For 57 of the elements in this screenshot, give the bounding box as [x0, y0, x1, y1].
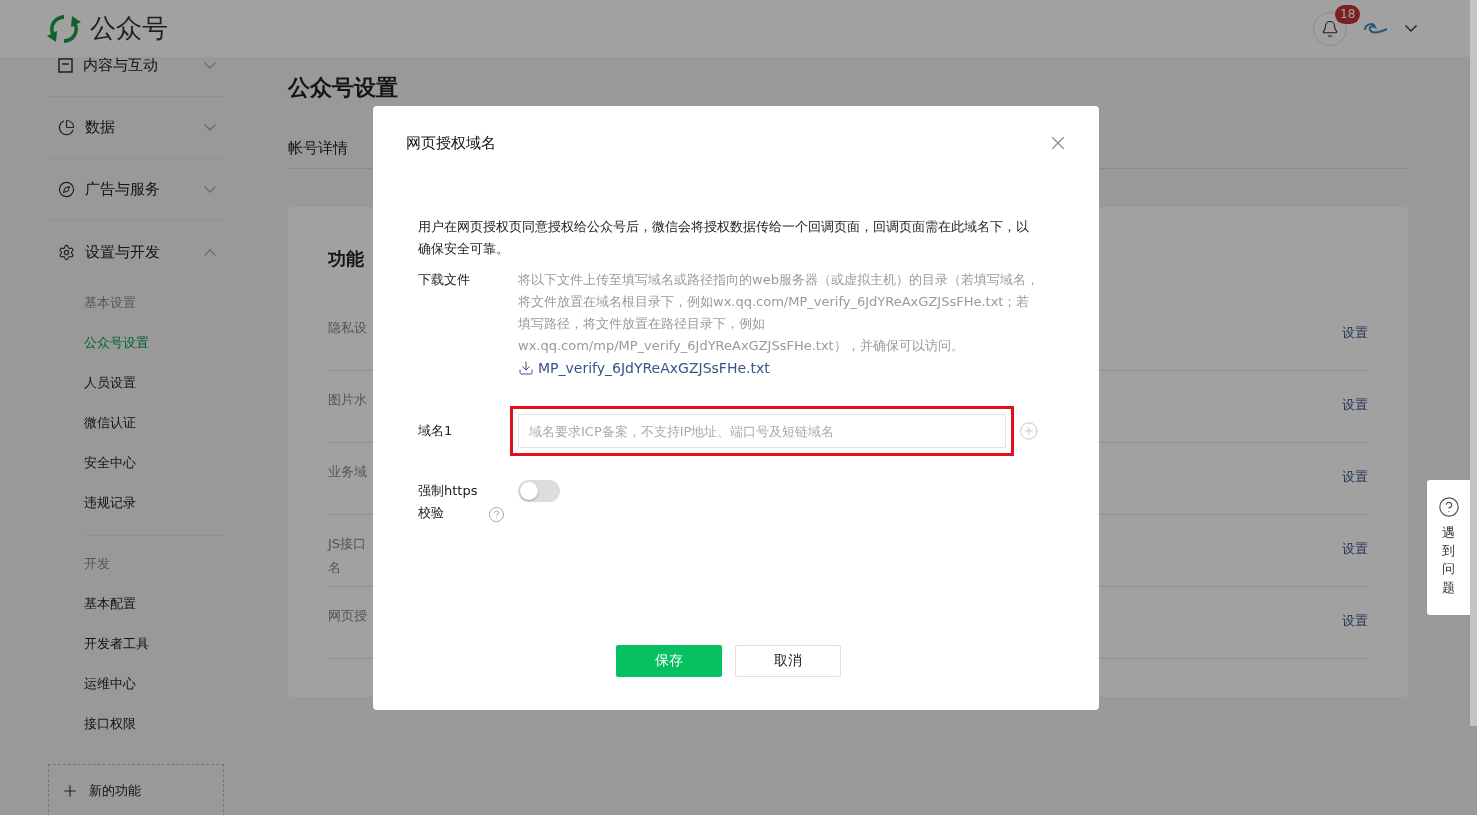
- sidebar-group[interactable]: 设置与开发: [48, 221, 224, 283]
- cancel-button[interactable]: 取消: [735, 645, 841, 677]
- settings-link[interactable]: 设置: [1342, 396, 1368, 414]
- new-feature-button[interactable]: 新的功能: [48, 764, 224, 815]
- settings-link[interactable]: 设置: [1342, 612, 1368, 630]
- setting-label: 业务域: [328, 463, 367, 481]
- chevron-down-icon[interactable]: [1405, 25, 1417, 32]
- settings-link[interactable]: 设置: [1342, 324, 1368, 342]
- dialog-description: 用户在网页授权页同意授权给公众号后，微信会将授权数据传给一个回调页面，回调页面需在此域名下，以确保安全可靠。: [418, 218, 1030, 258]
- download-instructions: 将以下文件上传至填写域名或路径指向的web服务器（或虚拟主机）的目录（若填写域名，将文件放置在域名根目录下，例如wx.qq.com/MP_verify_6JdYReAxGZJSsFHe.txt；若填写路径，将文件放置在路径目录下，例如wx.qq.com/mp/MP_verify_6JdYReAxGZJSsFHe.txt），并确保可以访问。: [518, 271, 1039, 355]
- bell-icon: [1321, 19, 1339, 38]
- chevron-down-icon: [204, 186, 216, 193]
- domain-input[interactable]: 域名要求ICP备案，不支持IP地址、端口号及短链域名: [518, 414, 1007, 448]
- help-icon[interactable]: [488, 506, 505, 523]
- logo-text: 公众号: [90, 12, 168, 45]
- sidebar-item[interactable]: 人员设置: [84, 363, 224, 403]
- download-link[interactable]: MP_verify_6JdYReAxGZJSsFHe.txt: [518, 357, 770, 379]
- setting-label: 网页授: [328, 607, 367, 625]
- settings-link[interactable]: 设置: [1342, 540, 1368, 558]
- download-icon: [518, 360, 534, 376]
- setting-label: 图片水: [328, 391, 367, 409]
- pie-chart-icon: [58, 119, 75, 136]
- tab[interactable]: 帐号详情: [288, 139, 348, 168]
- chevron-down-icon: [204, 62, 216, 69]
- dialog-title: 网页授权域名: [406, 133, 496, 153]
- gear-icon: [58, 243, 75, 261]
- chevron-down-icon: [204, 124, 216, 131]
- toggle-switch[interactable]: [518, 480, 560, 502]
- sidebar-item[interactable]: 微信认证: [84, 403, 224, 443]
- sidebar-item[interactable]: 基本配置: [84, 584, 224, 624]
- help-tab[interactable]: 遇到问题: [1427, 480, 1470, 615]
- card-title: 功能: [328, 247, 364, 271]
- sidebar-section-heading: 基本设置: [84, 294, 137, 312]
- notification-count: 18: [1335, 4, 1361, 24]
- field-label: 域名1: [418, 422, 454, 440]
- sidebar-item[interactable]: 运维中心: [84, 664, 224, 704]
- sidebar-section-heading: 开发: [84, 555, 111, 573]
- field-label: 下载文件: [418, 271, 471, 289]
- sidebar-item[interactable]: 接口权限: [84, 704, 224, 744]
- scrollbar[interactable]: [1470, 0, 1477, 726]
- sidebar-item[interactable]: 开发者工具: [84, 624, 224, 664]
- field-label: 强制https校验: [418, 482, 479, 522]
- sidebar-group[interactable]: 内容与互动: [48, 57, 224, 97]
- setting-label: JS接口: [328, 535, 367, 553]
- chevron-up-icon: [204, 248, 216, 256]
- setting-label: 隐私设: [328, 319, 367, 337]
- sidebar-group[interactable]: 数据: [48, 97, 224, 159]
- help-icon: [1437, 496, 1460, 518]
- sidebar-group[interactable]: 广告与服务: [48, 159, 224, 221]
- settings-link[interactable]: 设置: [1342, 468, 1368, 486]
- compass-icon: [58, 181, 75, 198]
- setting-label: 名: [328, 559, 342, 577]
- sidebar-item[interactable]: 安全中心: [84, 443, 224, 483]
- add-icon[interactable]: [1019, 421, 1039, 441]
- sidebar-item[interactable]: 违规记录: [84, 483, 224, 523]
- document-icon: [58, 58, 73, 73]
- page-title: 公众号设置: [288, 74, 399, 102]
